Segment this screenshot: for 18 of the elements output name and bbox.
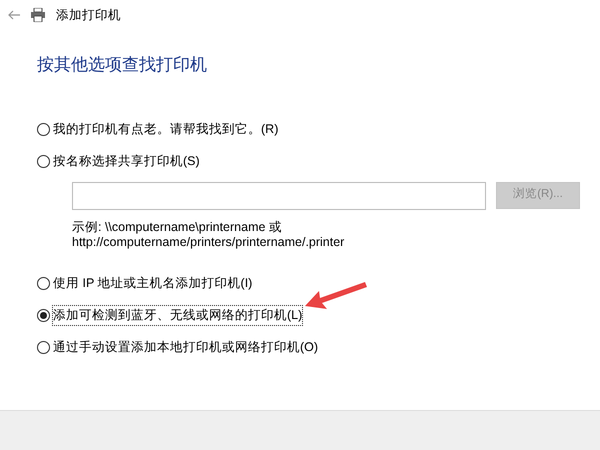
radio-button[interactable] [37,155,50,168]
page-heading: 按其他选项查找打印机 [37,54,208,76]
back-arrow-icon[interactable] [8,10,20,20]
radio-label[interactable]: 通过手动设置添加本地打印机或网络打印机(O) [53,338,318,357]
example-text: 示例: \\computername\printername 或 [72,220,283,234]
example-text: http://computername/printers/printername/.printer [72,234,346,250]
radio-button[interactable] [37,341,50,354]
radio-button[interactable] [37,309,50,322]
radio-label[interactable]: 添加可检测到蓝牙、无线或网络的打印机(L) [53,306,302,325]
radio-button[interactable] [37,277,50,290]
radio-button[interactable] [37,123,50,136]
printer-name-field[interactable] [72,182,486,210]
window-title: 添加打印机 [56,6,121,24]
radio-label[interactable]: 使用 IP 地址或主机名添加打印机(I) [53,274,252,293]
radio-label[interactable]: 按名称选择共享打印机(S) [53,152,200,171]
annotation-arrow [305,282,367,312]
radio-label[interactable]: 我的打印机有点老。请帮我找到它。(R) [53,120,278,139]
printer-icon [30,8,46,22]
